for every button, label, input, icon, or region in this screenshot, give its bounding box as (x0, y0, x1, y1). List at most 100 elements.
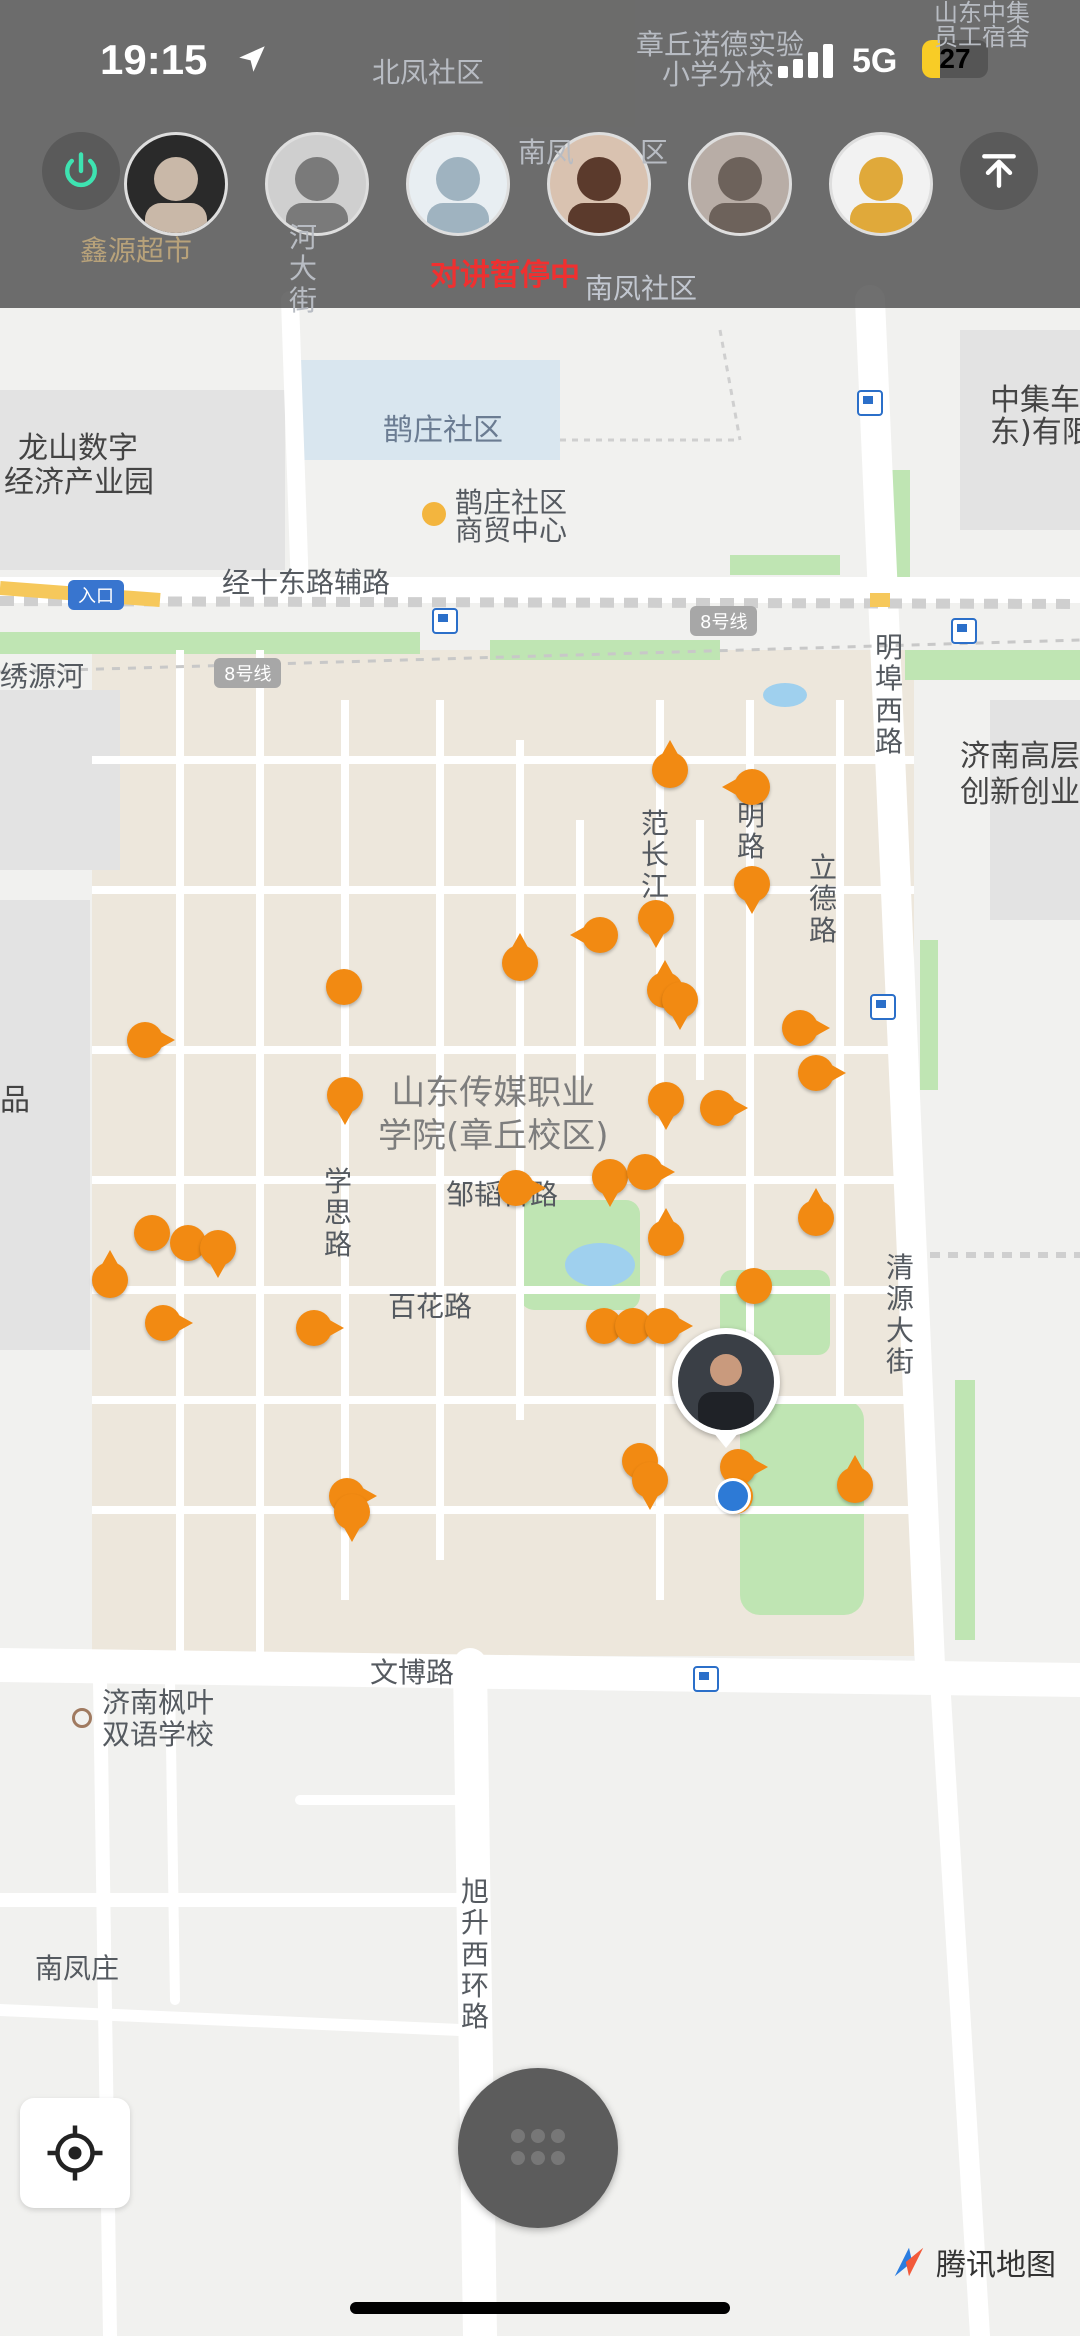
user-location-marker[interactable] (145, 1305, 193, 1341)
map-label: 北凤社区 (372, 56, 485, 89)
user-location-marker[interactable] (200, 1230, 236, 1278)
member-avatar-6[interactable] (829, 132, 933, 236)
member-avatar-2[interactable] (265, 132, 369, 236)
map-label: 范长江 (640, 807, 669, 903)
avatar-portrait-icon (850, 157, 912, 233)
user-location-marker[interactable] (326, 969, 362, 1005)
avatar-portrait-icon (286, 157, 348, 233)
shop-icon (422, 502, 446, 526)
user-location-marker[interactable] (662, 982, 698, 1030)
user-location-marker[interactable] (782, 1010, 830, 1046)
poi-dot-icon (72, 1708, 92, 1728)
map-label: 明路 (736, 799, 765, 864)
heading-arrow-icon (828, 1063, 846, 1083)
my-avatar-marker[interactable] (672, 1328, 780, 1436)
heading-arrow-icon (640, 1492, 660, 1510)
heading-arrow-icon (730, 1098, 748, 1118)
heading-arrow-icon (208, 1260, 228, 1278)
map-label: 章丘诺德实验 (636, 28, 805, 61)
map-label: 明埠西路 (874, 631, 903, 759)
status-time: 19:15 (100, 36, 208, 83)
locate-button[interactable] (20, 2098, 130, 2208)
user-location-marker[interactable] (134, 1215, 170, 1251)
map-label: 东)有限 (990, 415, 1080, 450)
avatar-portrait-icon (145, 157, 207, 233)
campus-label-line1: 山东传媒职业 (391, 1073, 596, 1113)
network-type: 5G (852, 42, 898, 80)
power-icon (65, 152, 97, 188)
map-label: 区 (640, 136, 669, 169)
brand-text: 腾讯地图 (936, 2248, 1056, 2283)
user-location-marker[interactable] (127, 1022, 175, 1058)
heading-arrow-icon (845, 1455, 865, 1473)
arrow-up-to-top-icon (982, 154, 1016, 188)
user-location-marker[interactable] (700, 1090, 748, 1126)
heading-arrow-icon (656, 1208, 676, 1226)
grid-dots-icon (511, 2129, 565, 2165)
map-label: 鹊庄社区 (383, 413, 503, 448)
heading-arrow-icon (175, 1313, 193, 1333)
user-location-marker[interactable] (632, 1462, 668, 1510)
user-location-marker[interactable] (592, 1159, 628, 1207)
metro-line-badge: 8号线 (214, 658, 282, 688)
map-label: 龙山数字 (18, 431, 138, 466)
top-overlay: 19:15 5G 27 对讲暂停中 北凤社区 章丘诺德实验 小学分校 山东中集 … (0, 0, 1080, 316)
user-location-marker[interactable] (502, 933, 538, 981)
user-location-marker[interactable] (92, 1250, 128, 1298)
metro-line-badge: 8号线 (690, 606, 758, 636)
user-location-marker[interactable] (734, 866, 770, 914)
user-location-marker[interactable] (722, 769, 770, 805)
heading-arrow-icon (335, 1107, 355, 1125)
bus-stop-icon (432, 608, 458, 634)
map-label: 济南高层 (960, 739, 1080, 774)
user-location-marker[interactable] (798, 1188, 834, 1236)
user-location-marker[interactable] (652, 740, 688, 788)
crosshair-icon (47, 2125, 103, 2181)
heading-arrow-icon (742, 896, 762, 914)
person-photo-icon (678, 1334, 774, 1430)
heading-arrow-icon (600, 1189, 620, 1207)
user-location-marker[interactable] (638, 900, 674, 948)
map-label: 鑫源超市 (80, 234, 193, 267)
map-label: 南凤 (518, 136, 575, 169)
user-location-marker[interactable] (334, 1494, 370, 1542)
map-label: 百花路 (388, 1290, 473, 1323)
member-avatar-5[interactable] (688, 132, 792, 236)
map-label: 经济产业园 (4, 465, 154, 500)
talk-status-text: 对讲暂停中 (430, 258, 580, 293)
user-location-marker[interactable] (570, 917, 618, 953)
power-button[interactable] (42, 132, 120, 210)
map-label: 绣源河 (0, 660, 85, 693)
user-location-marker[interactable] (327, 1077, 363, 1125)
heading-arrow-icon (812, 1018, 830, 1038)
map-label: 学思路 (323, 1165, 352, 1261)
user-location-marker[interactable] (798, 1055, 846, 1091)
member-avatar-3[interactable] (406, 132, 510, 236)
map-label: 河大街 (288, 221, 317, 317)
scroll-top-button[interactable] (960, 132, 1038, 210)
map-label: 清源大街 (885, 1251, 914, 1379)
home-indicator[interactable] (350, 2302, 730, 2314)
heading-arrow-icon (326, 1318, 344, 1338)
map-label: 文博路 (370, 1656, 455, 1689)
my-avatar-pointer (713, 1432, 739, 1448)
member-avatar-1[interactable] (124, 132, 228, 236)
user-location-marker[interactable] (736, 1268, 772, 1304)
menu-button[interactable] (458, 2068, 618, 2228)
entrance-badge: 入口 (68, 580, 124, 610)
map-label: 立德路 (808, 851, 837, 947)
map-canvas[interactable] (0, 0, 1080, 2336)
user-location-marker[interactable] (645, 1308, 693, 1344)
user-location-marker[interactable] (837, 1455, 873, 1503)
user-location-marker[interactable] (648, 1082, 684, 1130)
campus-label-line2: 学院(章丘校区) (378, 1115, 609, 1156)
map-label: 小学分校 (662, 58, 775, 91)
user-location-marker[interactable] (498, 1170, 546, 1206)
map-label: 经十东路辅路 (222, 566, 391, 599)
heading-arrow-icon (655, 960, 675, 978)
user-location-marker[interactable] (296, 1310, 344, 1346)
user-location-marker[interactable] (648, 1208, 684, 1256)
user-location-marker[interactable] (627, 1154, 675, 1190)
bus-stop-icon (870, 994, 896, 1020)
map-label: 南凤社区 (585, 272, 698, 305)
